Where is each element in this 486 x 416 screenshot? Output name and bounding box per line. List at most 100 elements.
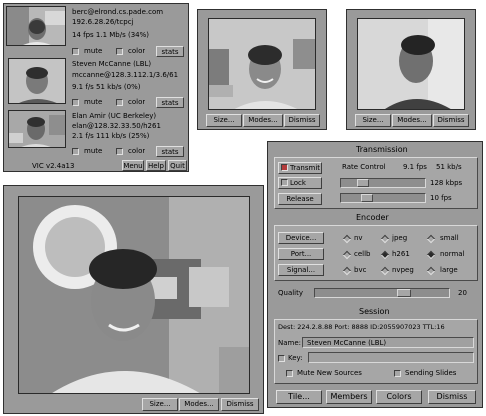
small-2-size-button[interactable]: Size... — [355, 114, 391, 127]
source-1-mute-label: mute — [84, 47, 103, 55]
small-1-size-button[interactable]: Size... — [206, 114, 242, 127]
sending-slides-checkbox[interactable] — [394, 370, 401, 377]
video-frame-large[interactable] — [18, 196, 250, 394]
colors-button[interactable]: Colors — [376, 390, 422, 404]
source-thumbnail-3[interactable] — [8, 110, 66, 148]
key-label: Key: — [288, 354, 303, 362]
source-2-mute-checkbox[interactable] — [72, 99, 79, 106]
signal-button[interactable]: Signal... — [278, 264, 324, 276]
video-image-small-1 — [209, 19, 315, 109]
video-image-small-2 — [358, 19, 464, 109]
size-large-label: large — [440, 266, 458, 274]
source-3-name: Elan Amir (UC Berkeley) — [72, 112, 157, 120]
bandwidth-slider[interactable] — [340, 178, 426, 188]
source-1-stats-button[interactable]: stats — [156, 46, 184, 57]
help-button[interactable]: Help — [146, 160, 166, 171]
transmit-button[interactable]: Transmit — [278, 162, 322, 174]
device-button[interactable]: Device... — [278, 232, 324, 244]
source-2-mute-label: mute — [84, 98, 103, 106]
vic-version-label: VIC v2.4a13 — [32, 162, 75, 170]
name-field[interactable]: Steven McCanne (LBL) — [302, 337, 474, 348]
video-window-large: Size... Modes... Dismiss — [3, 185, 264, 414]
source-2-address: mccanne@128.3.112.1/3.6/61 — [72, 71, 179, 79]
size-small-label: small — [440, 234, 459, 242]
transmission-section-title: Transmission — [356, 145, 408, 154]
small-2-modes-button[interactable]: Modes... — [392, 114, 432, 127]
key-checkbox[interactable] — [278, 355, 285, 362]
framerate-value: 10 fps — [430, 194, 452, 202]
format-h261-label: h261 — [392, 250, 410, 258]
video-window-small-1: Size... Modes... Dismiss — [197, 9, 327, 130]
release-button[interactable]: Release — [278, 193, 322, 205]
video-image-large — [19, 197, 249, 393]
vic-sources-window: berc@elrond.cs.pade.com 192.6.28.26/tcpc… — [3, 3, 189, 172]
source-3-mute-label: mute — [84, 147, 103, 155]
rate-fps-readout: 9.1 fps — [403, 163, 427, 171]
source-3-color-checkbox[interactable] — [116, 148, 123, 155]
video-frame-small-2[interactable] — [357, 18, 465, 110]
small-1-modes-button[interactable]: Modes... — [243, 114, 283, 127]
source-thumbnail-1[interactable] — [6, 6, 66, 46]
rate-control-label: Rate Control — [342, 163, 386, 171]
video-frame-small-1[interactable] — [208, 18, 316, 110]
format-bvc-label: bvc — [354, 266, 367, 274]
key-field[interactable] — [308, 352, 474, 363]
framerate-slider-thumb[interactable] — [361, 194, 373, 202]
mute-new-sources-checkbox[interactable] — [286, 370, 293, 377]
source-row-2: Steven McCanne (LBL) mccanne@128.3.112.1… — [6, 58, 186, 110]
name-field-value: Steven McCanne (LBL) — [307, 339, 387, 347]
source-3-color-label: color — [128, 147, 146, 155]
bandwidth-slider-thumb[interactable] — [357, 179, 369, 187]
transmit-indicator — [281, 164, 288, 171]
source-2-color-checkbox[interactable] — [116, 99, 123, 106]
vic-control-panel: Transmission Transmit Lock Release Rate … — [267, 141, 483, 408]
quality-value: 20 — [458, 289, 467, 297]
rate-kbps-readout: 51 kb/s — [436, 163, 462, 171]
encoder-section-title: Encoder — [356, 213, 389, 222]
source-thumbnail-image-2 — [9, 59, 65, 103]
menu-button[interactable]: Menu — [122, 160, 144, 171]
source-3-mute-checkbox[interactable] — [72, 148, 79, 155]
small-1-dismiss-button[interactable]: Dismiss — [284, 114, 320, 127]
large-dismiss-button[interactable]: Dismiss — [221, 398, 259, 411]
quality-slider[interactable] — [314, 288, 450, 298]
format-nv-label: nv — [354, 234, 363, 242]
tile-button[interactable]: Tile... — [276, 390, 322, 404]
source-1-address: 192.6.28.26/tcpcj — [72, 18, 134, 26]
lock-label: Lock — [290, 179, 306, 187]
large-size-button[interactable]: Size... — [142, 398, 178, 411]
source-3-address: elan@128.32.33.50/h261 — [72, 122, 161, 130]
source-3-stats-button[interactable]: stats — [156, 146, 184, 157]
source-1-color-checkbox[interactable] — [116, 48, 123, 55]
source-3-stats: 2.1 f/s 111 kb/s (25%) — [72, 132, 150, 140]
large-modes-button[interactable]: Modes... — [179, 398, 219, 411]
mute-new-sources-label: Mute New Sources — [297, 369, 362, 377]
video-window-small-2: Size... Modes... Dismiss — [346, 9, 476, 130]
bandwidth-value: 128 kbps — [430, 179, 463, 187]
source-row-3: Elan Amir (UC Berkeley) elan@128.32.33.5… — [6, 110, 186, 158]
framerate-slider[interactable] — [340, 193, 426, 203]
format-nvpeg-label: nvpeg — [392, 266, 414, 274]
quit-button[interactable]: Quit — [168, 160, 187, 171]
members-button[interactable]: Members — [326, 390, 372, 404]
lock-indicator — [281, 179, 288, 186]
source-1-color-label: color — [128, 47, 146, 55]
source-1-stats: 14 fps 1.1 Mb/s (34%) — [72, 31, 150, 39]
lock-button[interactable]: Lock — [278, 177, 322, 189]
source-1-mute-checkbox[interactable] — [72, 48, 79, 55]
small-2-dismiss-button[interactable]: Dismiss — [433, 114, 469, 127]
source-thumbnail-image-3 — [9, 111, 65, 147]
source-thumbnail-2[interactable] — [8, 58, 66, 104]
quality-label: Quality — [278, 289, 304, 297]
source-2-stats-button[interactable]: stats — [156, 97, 184, 108]
source-2-name: Steven McCanne (LBL) — [72, 60, 152, 68]
port-button[interactable]: Port... — [278, 248, 324, 260]
session-section-title: Session — [359, 307, 390, 316]
source-2-color-label: color — [128, 98, 146, 106]
format-jpeg-label: jpeg — [392, 234, 408, 242]
source-1-name: berc@elrond.cs.pade.com — [72, 8, 164, 16]
name-label: Name: — [278, 339, 302, 347]
dismiss-button[interactable]: Dismiss — [428, 390, 476, 404]
quality-slider-thumb[interactable] — [397, 289, 411, 297]
format-cellb-label: cellb — [354, 250, 371, 258]
